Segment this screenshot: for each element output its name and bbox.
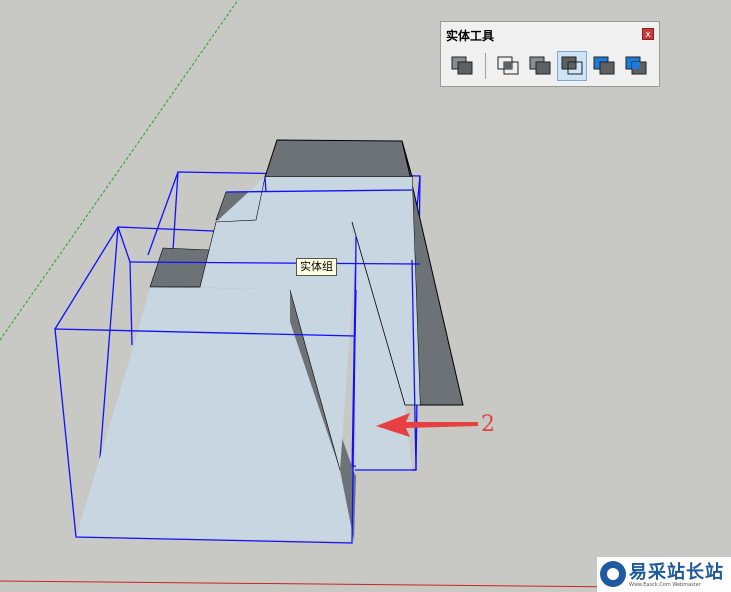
toolbar-tools: [445, 51, 657, 83]
3d-viewport[interactable]: [0, 0, 731, 592]
annotation-number: 2: [481, 412, 495, 437]
split-icon: [625, 56, 647, 75]
trim-button[interactable]: [589, 51, 619, 81]
toolbar-separator: [485, 53, 486, 79]
outer-shell-button[interactable]: [447, 51, 477, 81]
watermark-logo-icon: [600, 561, 626, 587]
toolbar-titlebar[interactable]: 实体工具 x: [441, 22, 659, 46]
subtract-button[interactable]: [557, 51, 587, 81]
toolbar-title: 实体工具: [446, 29, 495, 43]
outer-shell-icon: [451, 56, 473, 75]
watermark: 易采站长站 Www.Easck.Com Webmaster: [597, 557, 731, 592]
solid-tools-toolbar[interactable]: 实体工具 x: [440, 21, 660, 87]
trim-icon: [593, 56, 615, 75]
subtract-icon: [561, 56, 583, 75]
split-button[interactable]: [621, 51, 651, 81]
close-icon[interactable]: x: [642, 28, 654, 40]
union-icon: [529, 56, 551, 75]
watermark-name: 易采站长站: [629, 562, 724, 583]
intersect-button[interactable]: [493, 51, 523, 81]
union-button[interactable]: [525, 51, 555, 81]
intersect-icon: [497, 56, 519, 75]
entity-tooltip: 实体组: [296, 258, 337, 276]
solid-group[interactable]: [76, 139, 464, 541]
watermark-sub: Www.Easck.Com Webmaster: [629, 582, 701, 588]
